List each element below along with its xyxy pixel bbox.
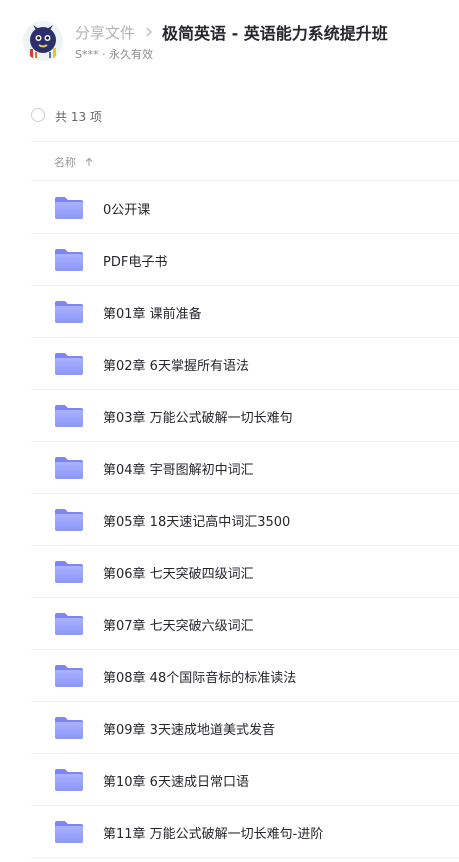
arrow-up-icon bbox=[85, 157, 93, 166]
file-list: 0公开课 PDF电子书 第01章 课前准备 第02章 6天掌握所有语法 第03章… bbox=[0, 182, 459, 858]
avatar[interactable] bbox=[23, 21, 63, 61]
share-meta: S*** · 永久有效 bbox=[75, 48, 153, 61]
file-name: 第04章 宇哥图解初中词汇 bbox=[103, 463, 254, 478]
file-name: 第07章 七天突破六级词汇 bbox=[103, 619, 254, 634]
folder-icon bbox=[55, 821, 83, 843]
list-item[interactable]: 第08章 48个国际音标的标准读法 bbox=[0, 650, 459, 702]
folder-icon bbox=[55, 405, 83, 427]
file-name: 第01章 课前准备 bbox=[103, 307, 202, 322]
list-item[interactable]: 第09章 3天速成地道美式发音 bbox=[0, 702, 459, 754]
select-all-checkbox[interactable] bbox=[31, 108, 45, 122]
list-item[interactable]: PDF电子书 bbox=[0, 234, 459, 286]
selection-bar: 共 13 项 bbox=[0, 100, 459, 132]
divider bbox=[31, 180, 459, 181]
file-name: 第10章 6天速成日常口语 bbox=[103, 775, 249, 790]
list-item[interactable]: 第06章 七天突破四级词汇 bbox=[0, 546, 459, 598]
file-name: 第02章 6天掌握所有语法 bbox=[103, 359, 249, 374]
list-item[interactable]: 第11章 万能公式破解一切长难句-进阶 bbox=[0, 806, 459, 858]
list-item[interactable]: 第03章 万能公式破解一切长难句 bbox=[0, 390, 459, 442]
folder-icon bbox=[55, 301, 83, 323]
folder-icon bbox=[55, 197, 83, 219]
column-header: 名称 bbox=[0, 142, 459, 180]
folder-icon bbox=[55, 613, 83, 635]
file-name: 第11章 万能公式破解一切长难句-进阶 bbox=[103, 827, 324, 842]
folder-icon bbox=[55, 249, 83, 271]
avatar-image bbox=[23, 21, 63, 61]
file-name: 第09章 3天速成地道美式发音 bbox=[103, 723, 275, 738]
list-item[interactable]: 第05章 18天速记高中词汇3500 bbox=[0, 494, 459, 546]
file-name: 第03章 万能公式破解一切长难句 bbox=[103, 411, 293, 426]
sort-by-name-button[interactable]: 名称 bbox=[54, 154, 94, 170]
breadcrumb-root-link[interactable]: 分享文件 bbox=[75, 22, 135, 43]
chevron-right-icon bbox=[146, 27, 152, 37]
list-item[interactable]: 0公开课 bbox=[0, 182, 459, 234]
folder-icon bbox=[55, 509, 83, 531]
file-name: 第05章 18天速记高中词汇3500 bbox=[103, 515, 291, 530]
list-item[interactable]: 第04章 宇哥图解初中词汇 bbox=[0, 442, 459, 494]
list-item[interactable]: 第02章 6天掌握所有语法 bbox=[0, 338, 459, 390]
list-item[interactable]: 第01章 课前准备 bbox=[0, 286, 459, 338]
share-page: 分享文件 极简英语 - 英语能力系统提升班 S*** · 永久有效 共 13 项… bbox=[0, 0, 459, 862]
folder-icon bbox=[55, 561, 83, 583]
list-item[interactable]: 第07章 七天突破六级词汇 bbox=[0, 598, 459, 650]
file-name: 第08章 48个国际音标的标准读法 bbox=[103, 671, 297, 686]
breadcrumb: 分享文件 极简英语 - 英语能力系统提升班 bbox=[75, 21, 388, 44]
folder-icon bbox=[55, 457, 83, 479]
page-title: 极简英语 - 英语能力系统提升班 bbox=[162, 24, 388, 43]
file-name: 第06章 七天突破四级词汇 bbox=[103, 567, 254, 582]
folder-icon bbox=[55, 665, 83, 687]
folder-icon bbox=[55, 353, 83, 375]
item-count: 共 13 项 bbox=[55, 110, 102, 124]
list-item[interactable]: 第10章 6天速成日常口语 bbox=[0, 754, 459, 806]
file-name: 0公开课 bbox=[103, 203, 151, 218]
column-name-label: 名称 bbox=[54, 156, 76, 169]
file-name: PDF电子书 bbox=[103, 255, 168, 270]
share-header: 分享文件 极简英语 - 英语能力系统提升班 S*** · 永久有效 bbox=[0, 0, 459, 80]
folder-icon bbox=[55, 717, 83, 739]
folder-icon bbox=[55, 769, 83, 791]
